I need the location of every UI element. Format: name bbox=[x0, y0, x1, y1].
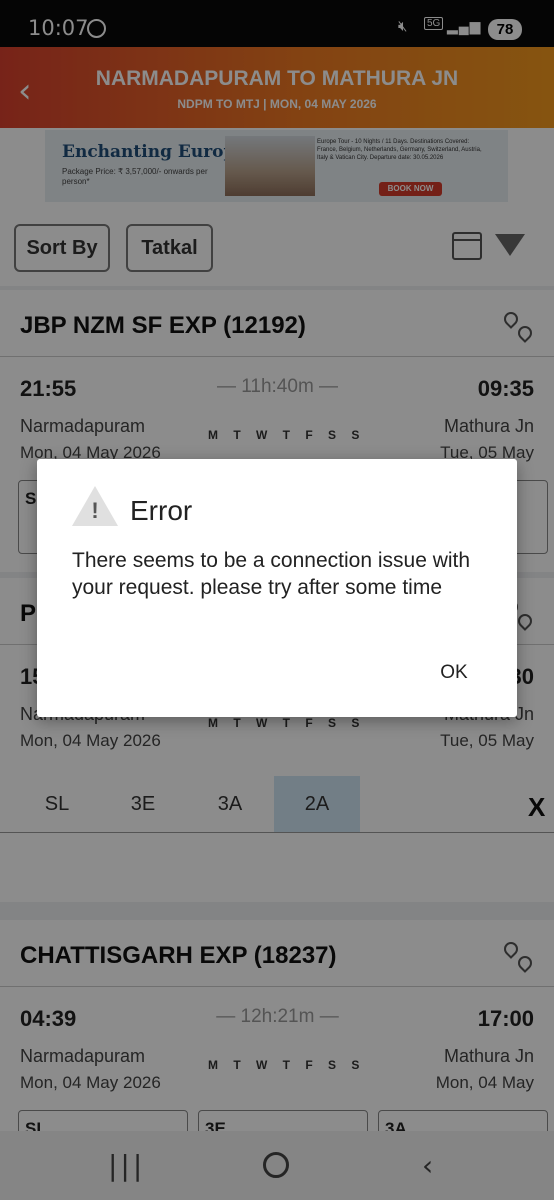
ok-button[interactable]: OK bbox=[425, 655, 483, 691]
error-dialog: ! Error There seems to be a connection i… bbox=[37, 459, 517, 717]
dialog-title: Error bbox=[130, 495, 193, 526]
dialog-message: There seems to be a connection issue wit… bbox=[72, 549, 471, 599]
warning-icon: ! bbox=[72, 486, 118, 526]
